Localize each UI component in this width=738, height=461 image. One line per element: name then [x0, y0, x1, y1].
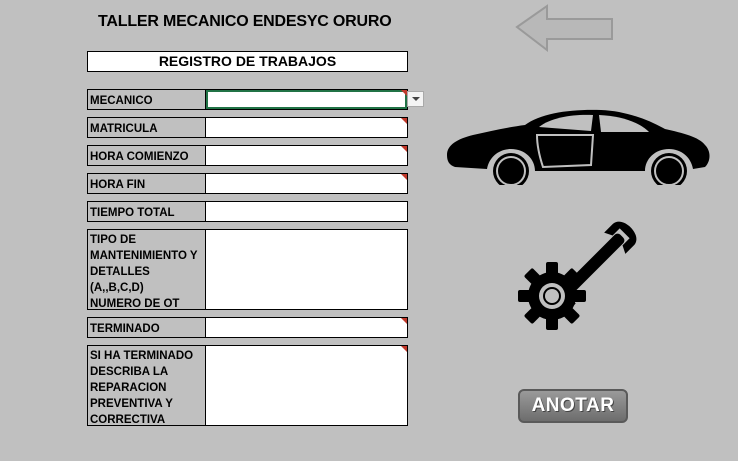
tiempo-total-field[interactable]	[206, 202, 407, 221]
gear-wrench-icon	[515, 213, 645, 343]
back-arrow-icon[interactable]	[515, 4, 615, 57]
descripcion-reparacion-row: SI HA TERMINADO DESCRIBA LA REPARACION P…	[87, 345, 408, 426]
page-title: TALLER MECANICO ENDESYC ORURO	[98, 13, 392, 30]
tipo-mantenimiento-field[interactable]	[206, 230, 407, 309]
mecanico-dropdown-button[interactable]	[407, 91, 424, 107]
terminado-row: TERMINADO	[87, 317, 408, 338]
comment-marker-icon	[401, 346, 407, 352]
section-title: REGISTRO DE TRABAJOS	[87, 51, 408, 72]
mecanico-field[interactable]	[206, 90, 407, 109]
car-icon	[443, 105, 713, 190]
hora-comienzo-field[interactable]	[206, 146, 407, 165]
mecanico-label: MECANICO	[88, 90, 206, 109]
terminado-label: TERMINADO	[88, 318, 206, 337]
hora-comienzo-row: HORA COMIENZO	[87, 145, 408, 166]
hora-fin-label: HORA FIN	[88, 174, 206, 193]
terminado-field[interactable]	[206, 318, 407, 337]
hora-fin-row: HORA FIN	[87, 173, 408, 194]
comment-marker-icon	[401, 118, 407, 124]
tiempo-total-row: TIEMPO TOTAL	[87, 201, 408, 222]
comment-marker-icon	[401, 146, 407, 152]
comment-marker-icon	[401, 318, 407, 324]
tipo-mantenimiento-label: TIPO DE MANTENIMIENTO Y DETALLES (A,,B,C…	[88, 230, 206, 309]
chevron-down-icon	[411, 97, 420, 101]
mecanico-row: MECANICO	[87, 89, 408, 110]
comment-marker-icon	[401, 174, 407, 180]
matricula-field[interactable]	[206, 118, 407, 137]
anotar-button[interactable]: ANOTAR	[518, 389, 628, 423]
matricula-label: MATRICULA	[88, 118, 206, 137]
matricula-row: MATRICULA	[87, 117, 408, 138]
descripcion-reparacion-label: SI HA TERMINADO DESCRIBA LA REPARACION P…	[88, 346, 206, 425]
tiempo-total-label: TIEMPO TOTAL	[88, 202, 206, 221]
hora-fin-field[interactable]	[206, 174, 407, 193]
hora-comienzo-label: HORA COMIENZO	[88, 146, 206, 165]
descripcion-reparacion-field[interactable]	[206, 346, 407, 425]
tipo-mantenimiento-row: TIPO DE MANTENIMIENTO Y DETALLES (A,,B,C…	[87, 229, 408, 310]
